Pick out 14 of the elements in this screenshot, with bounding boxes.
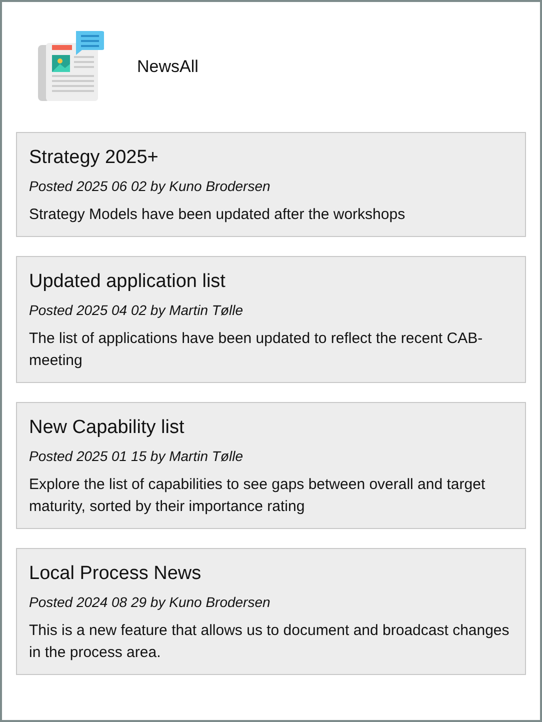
news-title: New Capability list <box>29 416 186 440</box>
newspaper-icon <box>38 31 104 101</box>
news-meta: Posted 2024 08 29 by Kuno Brodersen <box>29 593 272 612</box>
news-body: Strategy Models have been updated after the workshops <box>29 205 406 225</box>
news-meta: Posted 2025 06 02 by Kuno Brodersen <box>29 177 272 196</box>
news-title: Strategy 2025+ <box>29 146 160 170</box>
news-title: Updated application list <box>29 270 226 294</box>
news-body: Explore the list of capabilities to see gaps between overall and target maturity, sorted by their importance rating <box>29 475 486 517</box>
news-body: The list of applications have been updated to reflect the recent CAB-meeting <box>29 329 484 371</box>
news-meta: Posted 2025 01 15 by Martin Tølle <box>29 447 244 466</box>
app-title: NewsAll <box>137 57 198 77</box>
news-body: This is a new feature that allows us to document and broadcast changes in the process area. <box>29 621 510 663</box>
news-title: Local Process News <box>29 562 202 586</box>
news-meta: Posted 2025 04 02 by Martin Tølle <box>29 301 244 320</box>
